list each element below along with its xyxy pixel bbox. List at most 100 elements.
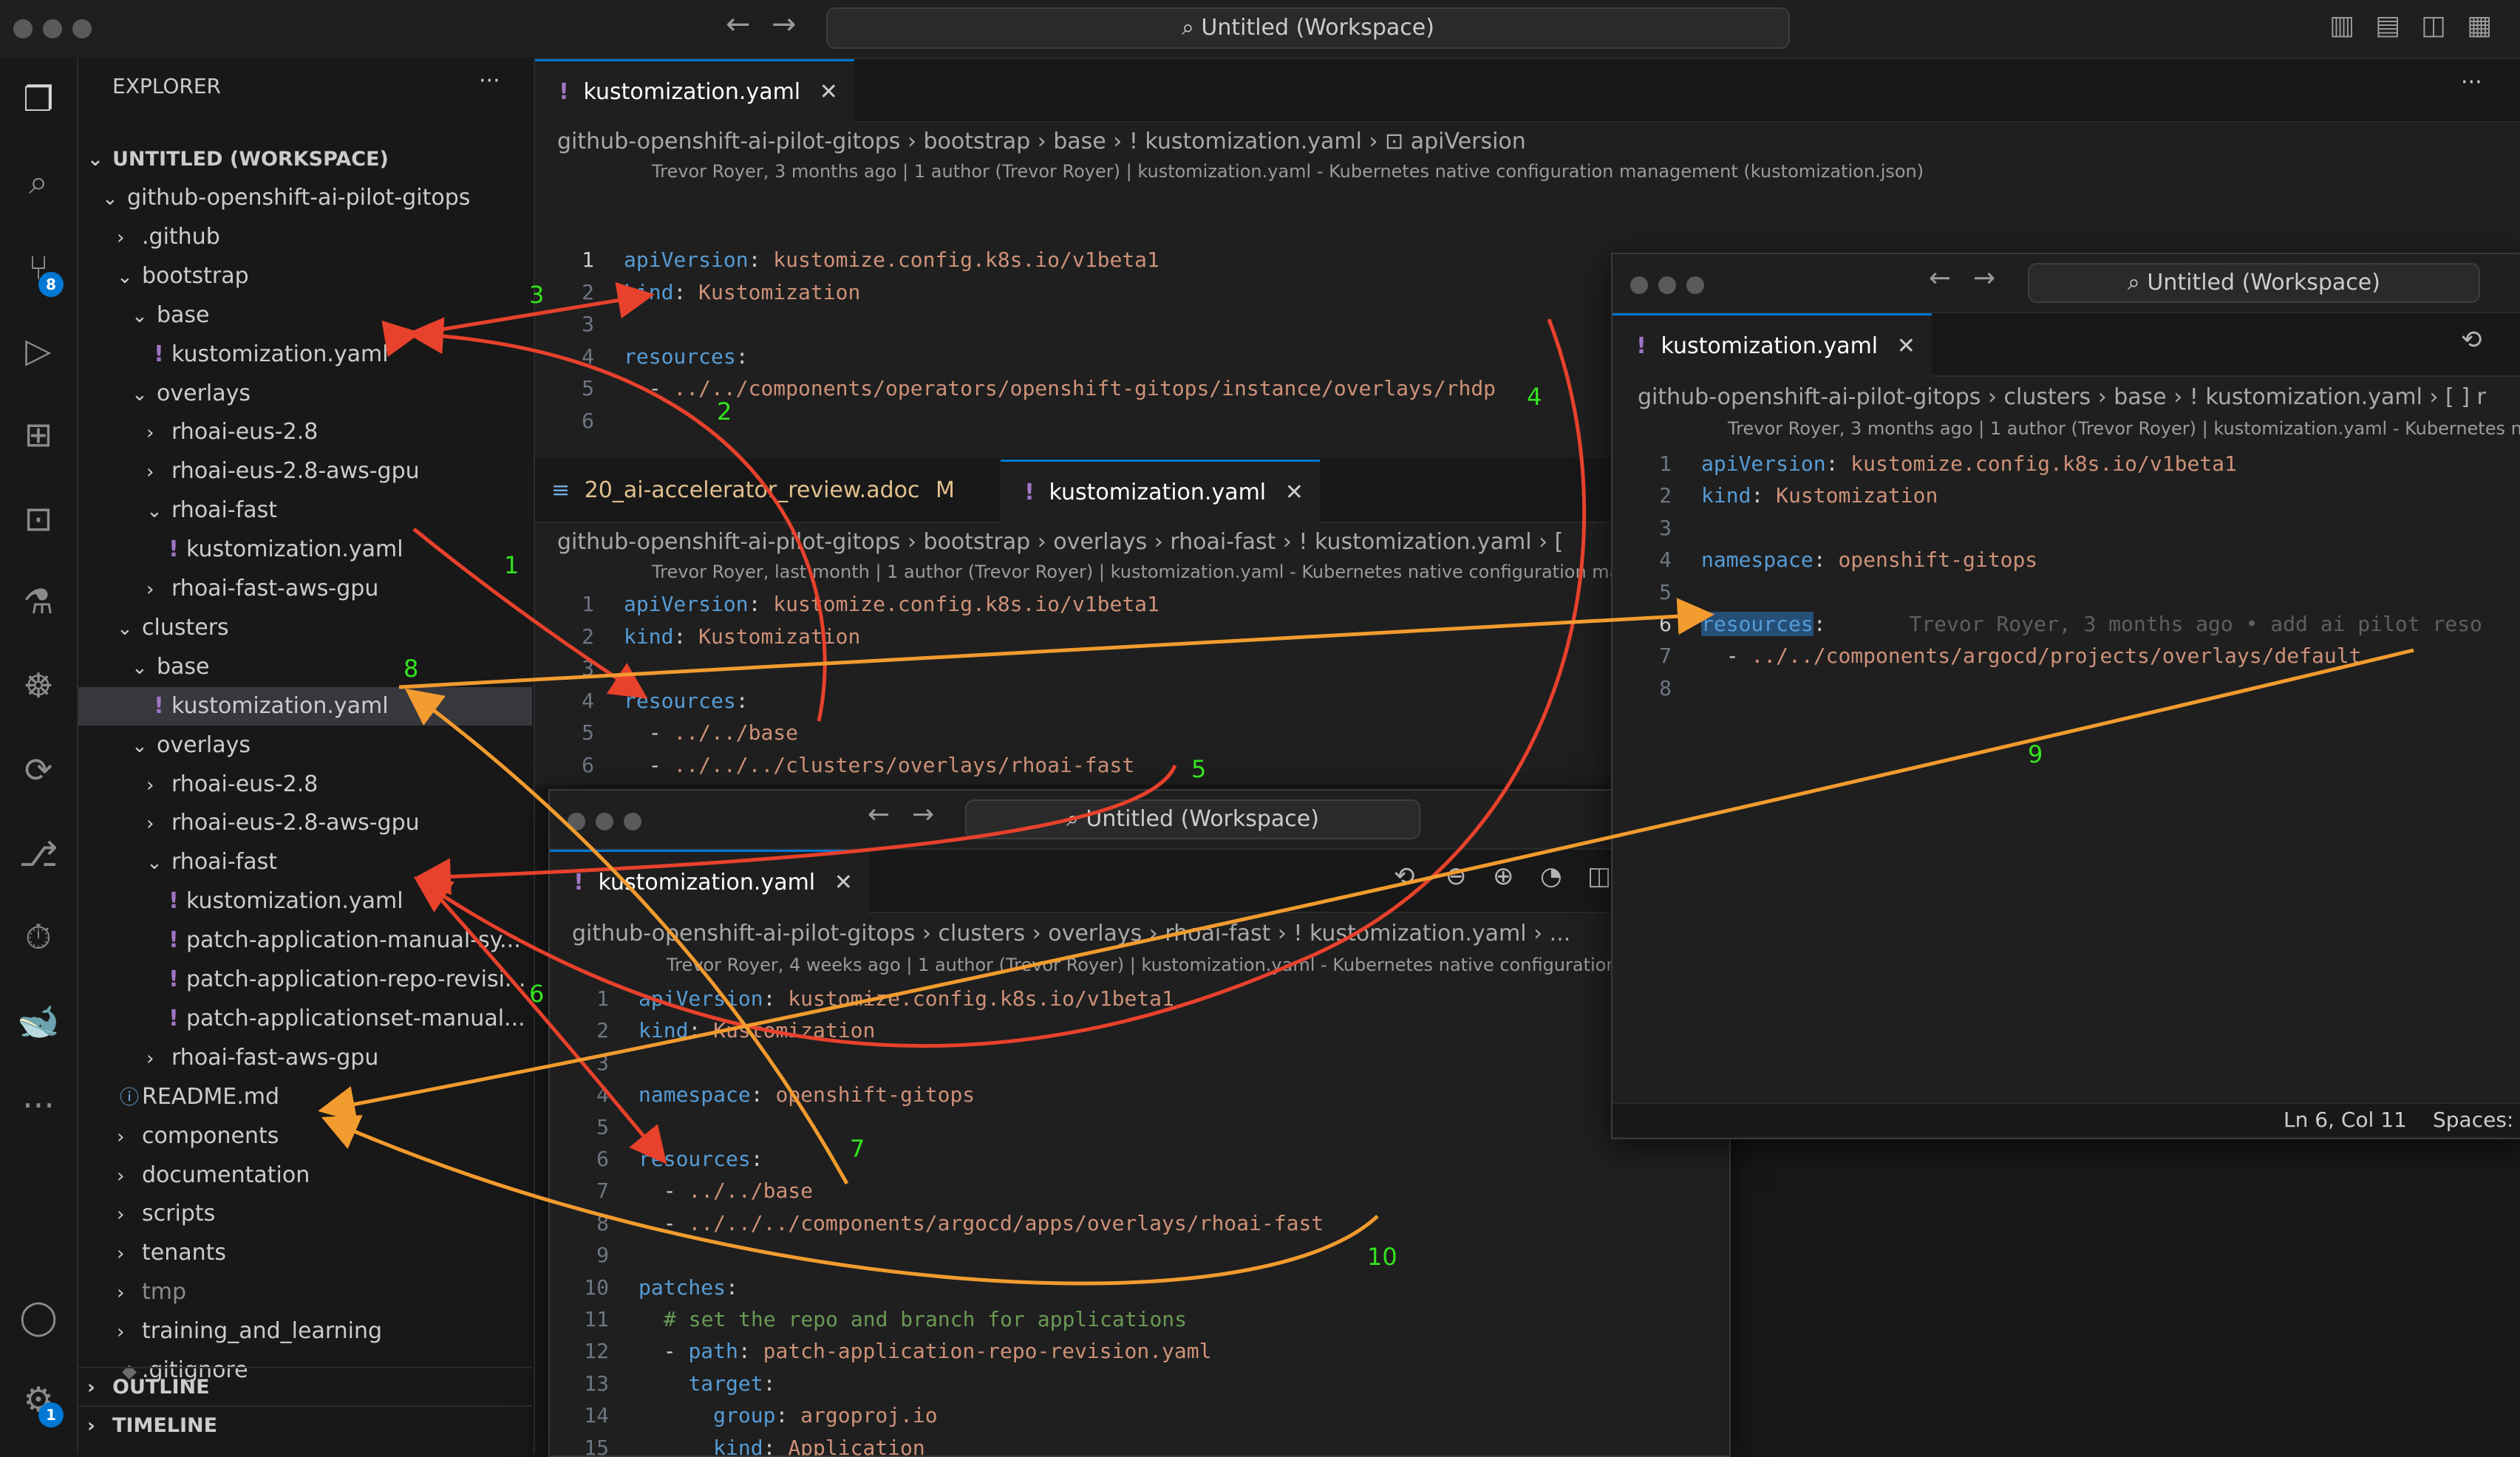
tree-folder[interactable]: › rhoai-eus-2.8-aws-gpu bbox=[78, 804, 532, 842]
close-tab-icon[interactable]: ✕ bbox=[1285, 480, 1304, 505]
testing-icon[interactable]: ⚗ bbox=[13, 576, 64, 627]
breadcrumb[interactable]: github-openshift-ai-pilot-gitops › boots… bbox=[535, 522, 1614, 563]
toggle-panel-icon[interactable]: ▤ bbox=[2375, 10, 2400, 41]
tree-file[interactable]: ⓘ README.md bbox=[78, 1078, 532, 1116]
tree-file[interactable]: ! patch-application-repo-revisi... bbox=[78, 960, 532, 999]
accounts-icon[interactable]: ◯ bbox=[13, 1291, 64, 1342]
tree-file[interactable]: ! kustomization.yaml bbox=[78, 882, 532, 921]
code-line[interactable]: 7 - ../../components/argocd/projects/ove… bbox=[1613, 640, 2361, 672]
code-line[interactable]: 7 - ../../base bbox=[550, 1175, 813, 1207]
tree-file[interactable]: ! patch-applicationset-manual... bbox=[78, 1000, 532, 1038]
code-line[interactable]: 13 target: bbox=[550, 1368, 775, 1399]
code-line[interactable]: 12 - path: patch-application-repo-revisi… bbox=[550, 1335, 1211, 1367]
blame-codelens[interactable]: Trevor Royer, 3 months ago | 1 author (T… bbox=[1728, 418, 2520, 439]
minimize-window-dot[interactable] bbox=[596, 813, 613, 830]
code-line[interactable]: 6 resources: bbox=[550, 1143, 775, 1175]
more-icon[interactable]: ··· bbox=[13, 1080, 64, 1130]
code-line[interactable]: 1 apiVersion: kustomize.config.k8s.io/v1b… bbox=[550, 983, 1174, 1014]
code-line[interactable]: 1 apiVersion: kustomize.config.k8s.io/v1b… bbox=[535, 244, 1159, 276]
tree-folder[interactable]: › tmp bbox=[78, 1273, 532, 1311]
breadcrumb[interactable]: github-openshift-ai-pilot-gitops › clust… bbox=[550, 913, 1729, 955]
tree-folder[interactable]: › rhoai-eus-2.8-aws-gpu bbox=[78, 452, 532, 491]
toggle-secondary-sidebar-icon[interactable]: ◫ bbox=[2421, 10, 2446, 41]
tree-file[interactable]: ! kustomization.yaml bbox=[78, 335, 532, 374]
minimize-window-dot[interactable] bbox=[43, 19, 62, 38]
code-line[interactable]: 3 bbox=[535, 652, 624, 684]
outline-section[interactable]: › OUTLINE bbox=[78, 1367, 532, 1407]
tree-folder[interactable]: ⌄ overlays bbox=[78, 726, 532, 765]
tab-kustomization-bootstrap-rhoai-fast[interactable]: ! kustomization.yaml ✕ bbox=[1001, 460, 1320, 524]
tree-folder[interactable]: ⌄ github-openshift-ai-pilot-gitops bbox=[78, 179, 532, 217]
tree-folder[interactable]: ⌄ overlays bbox=[78, 375, 532, 413]
split-editor-icon[interactable]: ◫ bbox=[1587, 861, 1611, 891]
code-line[interactable]: 4 resources: bbox=[535, 341, 760, 372]
close-tab-icon[interactable]: ✕ bbox=[834, 870, 853, 895]
sidebar-more-icon[interactable]: ··· bbox=[479, 68, 500, 94]
code-line[interactable]: 6 resources: Trevor Royer, 3 months ago •… bbox=[1613, 608, 2482, 640]
close-tab-icon[interactable]: ✕ bbox=[820, 79, 838, 105]
tree-file[interactable]: ! kustomization.yaml bbox=[78, 530, 532, 569]
tab-kustomization-clusters-rhoai-fast[interactable]: ! kustomization.yaml ✕ bbox=[550, 850, 869, 914]
tree-folder[interactable]: ⌄ bootstrap bbox=[78, 257, 532, 296]
command-center[interactable]: ⌕ Untitled (Workspace) bbox=[826, 7, 1790, 49]
command-center[interactable]: ⌕ Untitled (Workspace) bbox=[965, 799, 1420, 839]
kubernetes-icon[interactable]: ☸ bbox=[13, 661, 64, 711]
explorer-icon[interactable]: ❐ bbox=[13, 74, 64, 124]
code-line[interactable]: 5 bbox=[550, 1111, 638, 1143]
tree-file[interactable]: ! kustomization.yaml bbox=[78, 686, 532, 726]
code-line[interactable]: 4 namespace: openshift-gitops bbox=[550, 1079, 975, 1110]
open-changes-icon[interactable]: ⟲ bbox=[2461, 325, 2482, 355]
minimize-window-dot[interactable] bbox=[1658, 276, 1676, 294]
git-graph-icon[interactable]: ⎇ bbox=[13, 829, 64, 879]
code-line[interactable]: 8 - ../../../components/argocd/apps/over… bbox=[550, 1207, 1324, 1239]
breadcrumb[interactable]: github-openshift-ai-pilot-gitops › boots… bbox=[535, 121, 2479, 163]
open-changes-icon[interactable]: ⟲ bbox=[1394, 861, 1415, 891]
tree-folder[interactable]: ⌄ base bbox=[78, 296, 532, 335]
maximize-window-dot[interactable] bbox=[72, 19, 92, 38]
code-line[interactable]: 3 bbox=[535, 308, 624, 340]
command-center[interactable]: ⌕ Untitled (Workspace) bbox=[2028, 263, 2480, 303]
code-line[interactable]: 10 patches: bbox=[550, 1272, 751, 1303]
tab-kustomization-bootstrap-base[interactable]: ! kustomization.yaml ✕ bbox=[535, 59, 854, 123]
search-icon[interactable]: ⌕ bbox=[13, 157, 64, 207]
breadcrumb[interactable]: github-openshift-ai-pilot-gitops › clust… bbox=[1613, 377, 2520, 418]
indentation-setting[interactable]: Spaces: bbox=[2433, 1104, 2513, 1136]
code-line[interactable]: 6 - ../../../clusters/overlays/rhoai-fas… bbox=[535, 749, 1134, 781]
close-window-dot[interactable] bbox=[13, 19, 33, 38]
workspace-header[interactable]: ⌄ UNTITLED (WORKSPACE) bbox=[78, 140, 532, 179]
git-history-icon[interactable]: ⏱ bbox=[13, 912, 64, 962]
code-line[interactable]: 14 group: argoproj.io bbox=[550, 1399, 937, 1431]
code-line[interactable]: 3 bbox=[550, 1047, 638, 1079]
maximize-window-dot[interactable] bbox=[624, 813, 641, 830]
code-line[interactable]: 1 apiVersion: kustomize.config.k8s.io/v1b… bbox=[535, 588, 1159, 620]
close-window-dot[interactable] bbox=[568, 813, 585, 830]
tree-folder[interactable]: › rhoai-eus-2.8 bbox=[78, 413, 532, 451]
code-line[interactable]: 4 namespace: openshift-gitops bbox=[1613, 544, 2037, 576]
sync-icon[interactable]: ⟳ bbox=[13, 745, 64, 795]
editor-more-icon[interactable]: ··· bbox=[2461, 69, 2482, 95]
tree-folder[interactable]: › training_and_learning bbox=[78, 1312, 532, 1351]
back-arrow-icon[interactable]: ← bbox=[726, 7, 751, 41]
back-arrow-icon[interactable]: ← bbox=[1929, 263, 1951, 293]
docker-icon[interactable]: 🐋 bbox=[13, 996, 64, 1046]
code-line[interactable]: 2 kind: Kustomization bbox=[535, 276, 860, 308]
tree-folder[interactable]: › rhoai-fast-aws-gpu bbox=[78, 570, 532, 608]
forward-arrow-icon[interactable]: → bbox=[912, 799, 934, 830]
code-line[interactable]: 9 bbox=[550, 1239, 638, 1271]
next-change-icon[interactable]: ⊕ bbox=[1493, 861, 1514, 891]
code-line[interactable]: 2 kind: Kustomization bbox=[1613, 480, 1938, 511]
code-line[interactable]: 2 kind: Kustomization bbox=[550, 1014, 875, 1046]
tab-ai-accelerator-review[interactable]: ≡ 20_ai-accelerator_review.adoc M bbox=[535, 460, 1001, 522]
tree-folder[interactable]: › scripts bbox=[78, 1195, 532, 1233]
tree-folder[interactable]: ⌄ base bbox=[78, 648, 532, 686]
tree-folder[interactable]: ⌄ rhoai-fast bbox=[78, 843, 532, 881]
close-tab-icon[interactable]: ✕ bbox=[1897, 333, 1915, 359]
code-line[interactable]: 2 kind: Kustomization bbox=[535, 621, 860, 652]
blame-codelens[interactable]: Trevor Royer, last month | 1 author (Tre… bbox=[652, 562, 1614, 582]
extensions-icon[interactable]: ⊞ bbox=[13, 409, 64, 460]
maximize-window-dot[interactable] bbox=[1686, 276, 1704, 294]
code-line[interactable]: 8 bbox=[1613, 672, 1701, 704]
remote-explorer-icon[interactable]: ⊡ bbox=[13, 494, 64, 544]
tree-folder[interactable]: ⌄ clusters bbox=[78, 609, 532, 647]
tab-kustomization-clusters-base[interactable]: ! kustomization.yaml ✕ bbox=[1613, 313, 1932, 378]
